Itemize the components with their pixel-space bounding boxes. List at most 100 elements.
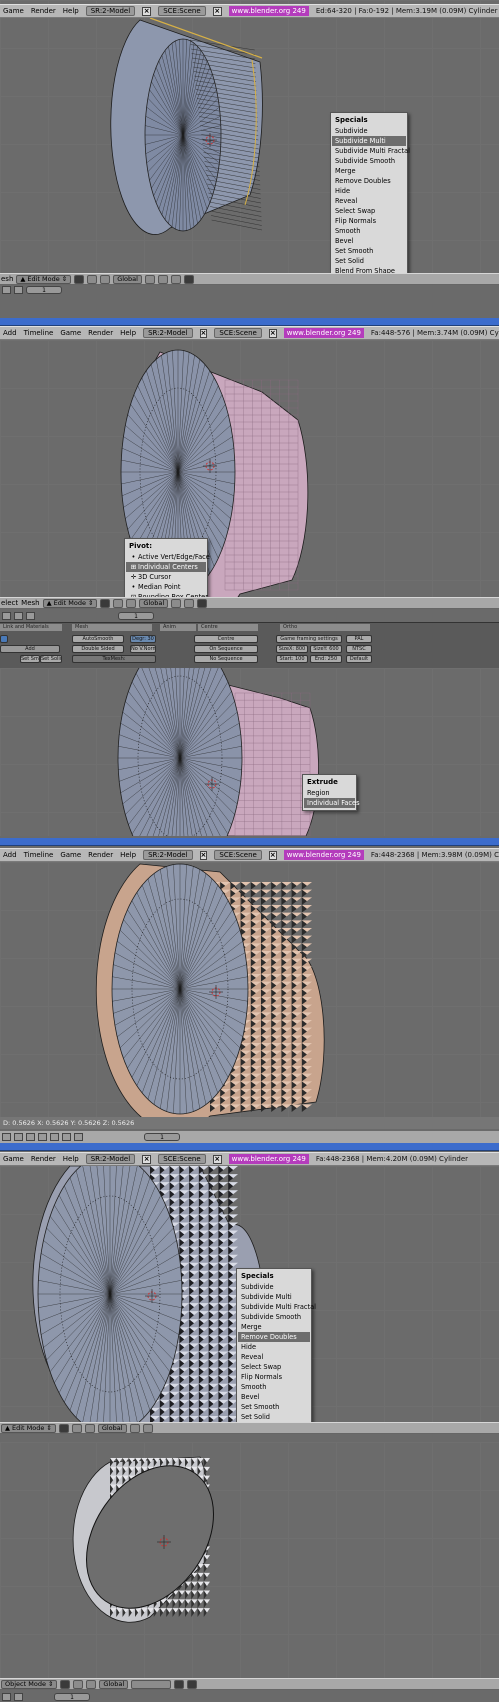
specials-menu-item[interactable]: Remove Doubles [238, 1332, 310, 1342]
frame-field[interactable]: 1 [54, 1692, 90, 1701]
game-framing-button[interactable]: Game framing settings [276, 635, 342, 643]
lock-icon[interactable] [174, 1679, 185, 1689]
face-select-icon[interactable] [170, 274, 181, 284]
ntsc-button[interactable]: NTSC [346, 645, 372, 653]
specials-menu-item[interactable]: Select Swap [238, 1362, 310, 1372]
specials-menu-item[interactable]: Subdivide Smooth [238, 1312, 310, 1322]
specials-menu-item[interactable]: Set Smooth [332, 246, 406, 256]
manipulator-icon[interactable] [86, 1679, 97, 1689]
start-field[interactable]: Start: 100 [276, 655, 308, 663]
manipulator-icon[interactable] [100, 274, 111, 284]
face-select-icon[interactable] [197, 598, 208, 608]
menu-mesh[interactable]: esh [1, 275, 13, 283]
face-select-icon[interactable] [62, 1133, 71, 1141]
menu-game[interactable]: Game [3, 1155, 24, 1163]
mode-selector[interactable]: Object Mode ⇕ [1, 1679, 58, 1689]
menu-help[interactable]: Help [63, 1155, 79, 1163]
scene-selector[interactable]: SCE:Scene [158, 6, 206, 16]
pivot-menu-item[interactable]: ⊞ Individual Centers [126, 562, 206, 572]
degr-field[interactable]: Degr: 30 [130, 635, 156, 643]
orientation-selector[interactable]: Global [113, 274, 142, 284]
specials-menu-item[interactable]: Bevel [332, 236, 406, 246]
pivot-icon[interactable] [87, 274, 98, 284]
menu-timeline[interactable]: Timeline [24, 851, 54, 859]
specials-menu-item[interactable]: Subdivide Multi [238, 1292, 310, 1302]
draw-type-icon[interactable] [100, 598, 111, 608]
close-icon[interactable]: × [142, 6, 152, 16]
specials-menu-item[interactable]: Subdivide Smooth [332, 156, 406, 166]
no-vnormal-flip-button[interactable]: No V.Normal Flip [130, 645, 156, 653]
pivot-icon[interactable] [113, 598, 124, 608]
touch-button[interactable]: Set Smooth [20, 655, 40, 663]
viewport-3d-1[interactable]: Specials Subdivide Subdivide Multi Subdivi… [0, 0, 499, 290]
menu-game[interactable]: Game [3, 7, 24, 15]
panel-icon[interactable] [2, 1692, 11, 1701]
mode-selector[interactable]: ▲ Edit Mode ⇕ [42, 598, 98, 608]
vertex-select-icon[interactable] [129, 1423, 140, 1433]
specials-menu-item[interactable]: Reveal [332, 196, 406, 206]
screen-selector[interactable]: SR:2-Model [143, 850, 193, 860]
specials-menu-item[interactable]: Subdivide [238, 1282, 310, 1292]
panel-icon[interactable] [2, 286, 11, 294]
menu-add[interactable]: Add [3, 851, 17, 859]
scene-selector[interactable]: SCE:Scene [158, 1154, 206, 1164]
layer-buttons-icon[interactable] [131, 1679, 172, 1689]
render-icon[interactable] [187, 1679, 198, 1689]
close-icon[interactable]: × [142, 1154, 152, 1164]
edit-buttons-icon[interactable] [14, 612, 23, 620]
mode-selector[interactable]: ▲ Edit Mode ⇕ [16, 274, 72, 284]
menu-select[interactable]: elect [1, 599, 18, 607]
orientation-selector[interactable]: Global [99, 1679, 129, 1689]
no-inheritance-button[interactable]: Set Solid [40, 655, 62, 663]
pivot-menu-item[interactable]: ✛ 3D Cursor [126, 572, 206, 582]
sizex-field[interactable]: SizeX: 800 [276, 645, 308, 653]
specials-menu-item[interactable]: Hide [238, 1342, 310, 1352]
texmesh-field[interactable]: TexMesh: [72, 655, 156, 663]
specials-menu-item[interactable]: Reveal [238, 1352, 310, 1362]
menu-help[interactable]: Help [120, 851, 136, 859]
menu-help[interactable]: Help [120, 329, 136, 337]
specials-menu-item[interactable]: Set Smooth [238, 1402, 310, 1412]
pal-button[interactable]: PAL [346, 635, 372, 643]
specials-menu-item[interactable]: Merge [332, 166, 406, 176]
specials-menu-item[interactable]: Remove Doubles [332, 176, 406, 186]
specials-menu-item[interactable]: Set Solid [332, 256, 406, 266]
end-field[interactable]: End: 250 [310, 655, 342, 663]
close-icon[interactable]: × [268, 850, 277, 860]
on-sequence-button[interactable]: On Sequence [194, 645, 258, 653]
screen-selector[interactable]: SR:2-Model [85, 1154, 136, 1164]
vertex-select-icon[interactable] [171, 598, 182, 608]
specials-menu-item[interactable]: Set Solid [238, 1412, 310, 1422]
manipulator-icon[interactable] [84, 1423, 95, 1433]
menu-timeline[interactable]: Timeline [24, 329, 54, 337]
specials-menu-item[interactable]: Smooth [332, 226, 406, 236]
auto-smooth-button[interactable]: AutoSmooth [72, 635, 124, 643]
close-icon[interactable]: × [212, 6, 222, 16]
object-buttons-icon[interactable] [26, 612, 35, 620]
extrude-menu-item[interactable]: Region [304, 788, 355, 798]
specials-menu-item[interactable]: Select Swap [332, 206, 406, 216]
specials-menu-item[interactable]: Subdivide [332, 126, 406, 136]
menu-render[interactable]: Render [88, 329, 113, 337]
manipulator-icon[interactable] [26, 1133, 35, 1141]
scene-selector[interactable]: SCE:Scene [214, 328, 262, 338]
edge-select-icon[interactable] [50, 1133, 59, 1141]
specials-menu-item[interactable]: Flip Normals [238, 1372, 310, 1382]
edge-select-icon[interactable] [142, 1423, 153, 1433]
screen-selector[interactable]: SR:2-Model [143, 328, 193, 338]
menu-game[interactable]: Game [60, 851, 81, 859]
menu-render[interactable]: Render [31, 7, 56, 15]
double-sided-button[interactable]: Double Sided [72, 645, 124, 653]
default-button[interactable]: Default [346, 655, 372, 663]
pivot-icon[interactable] [73, 1679, 84, 1689]
occlude-icon[interactable] [74, 1133, 83, 1141]
close-icon[interactable]: × [268, 328, 277, 338]
scene-selector[interactable]: SCE:Scene [214, 850, 262, 860]
edit-buttons-icon[interactable] [14, 1692, 23, 1701]
vertex-select-icon[interactable] [144, 274, 155, 284]
edge-select-icon[interactable] [184, 598, 195, 608]
link-button[interactable] [0, 635, 8, 643]
pivot-menu-item[interactable]: • Active Vert/Edge/Face [126, 552, 210, 562]
orientation-selector[interactable]: Global [97, 1423, 127, 1433]
orientation-selector[interactable]: Global [139, 598, 169, 608]
